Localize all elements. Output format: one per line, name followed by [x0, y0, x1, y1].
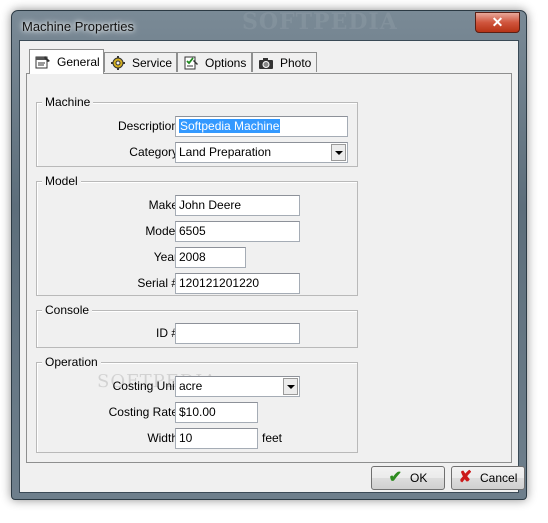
tab-photo[interactable]: Photo [252, 52, 317, 72]
model-group-legend: Model [42, 174, 81, 188]
width-value: 10 [179, 431, 193, 445]
dialog-client-area: General Service Options Photo Machine De… [19, 40, 525, 493]
tab-general[interactable]: General [29, 49, 104, 74]
general-tab-panel: Machine Description Softpedia Machine Ca… [26, 73, 512, 463]
ok-button-label: OK [410, 471, 428, 485]
year-field[interactable]: 2008 [175, 247, 246, 268]
costing-rate-value: $10.00 [179, 405, 216, 419]
checklist-icon [183, 56, 199, 70]
serial-value: 120121201220 [179, 276, 260, 290]
cancel-button[interactable]: ✘ Cancel [451, 466, 525, 490]
make-label: Make [148, 198, 178, 212]
properties-icon [35, 55, 51, 69]
costing-unit-select[interactable]: acre [175, 376, 300, 397]
year-value: 2008 [179, 250, 206, 264]
costing-rate-label: Costing Rate [108, 405, 178, 419]
serial-field[interactable]: 120121201220 [175, 273, 300, 294]
camera-icon [258, 56, 274, 70]
chevron-down-icon[interactable] [283, 378, 298, 395]
operation-group: Operation SOFTPEDIA Costing Unit acre Co… [36, 355, 358, 453]
operation-group-legend: Operation [42, 355, 101, 369]
costing-unit-value: acre [179, 379, 203, 393]
width-label: Width [147, 431, 178, 445]
tab-label-service: Service [132, 55, 173, 70]
serial-label: Serial # [137, 276, 178, 290]
console-group-legend: Console [42, 303, 93, 317]
model-label: Model [145, 224, 178, 238]
tab-options[interactable]: Options [177, 52, 252, 72]
description-label: Description [117, 119, 178, 133]
category-value: Land Preparation [179, 145, 272, 159]
category-label: Category [129, 145, 178, 159]
tab-label-options: Options [205, 55, 247, 70]
title-bar[interactable]: Machine Properties SOFTPEDIA ✕ [12, 9, 526, 41]
model-group: Model Make John Deere Model 6505 Year 20… [36, 174, 358, 296]
ok-button[interactable]: ✔ OK [371, 466, 445, 490]
window-title: Machine Properties [22, 19, 134, 34]
costing-unit-label: Costing Unit [112, 379, 178, 393]
cancel-x-icon: ✘ [458, 469, 473, 486]
make-value: John Deere [179, 198, 242, 212]
checkmark-icon: ✔ [388, 469, 403, 486]
chevron-down-icon[interactable] [331, 144, 346, 161]
machine-group: Machine Description Softpedia Machine Ca… [36, 95, 358, 167]
width-field[interactable]: 10 [175, 428, 258, 449]
tab-service[interactable]: Service [104, 52, 177, 72]
console-id-field[interactable] [175, 323, 300, 344]
tab-label-photo: Photo [280, 55, 312, 70]
machine-properties-window: Machine Properties SOFTPEDIA ✕ General S… [11, 9, 527, 500]
model-field[interactable]: 6505 [175, 221, 300, 242]
description-value: Softpedia Machine [179, 119, 281, 133]
make-field[interactable]: John Deere [175, 195, 300, 216]
close-button[interactable]: ✕ [475, 12, 520, 33]
cancel-button-label: Cancel [480, 471, 518, 485]
console-group: Console ID # [36, 303, 358, 348]
costing-rate-field[interactable]: $10.00 [175, 402, 258, 423]
machine-group-legend: Machine [42, 95, 94, 109]
gear-icon [110, 55, 126, 70]
close-icon: ✕ [491, 14, 504, 30]
width-unit-label: feet [262, 431, 283, 445]
description-field[interactable]: Softpedia Machine [175, 116, 348, 137]
model-value: 6505 [179, 224, 206, 238]
category-select[interactable]: Land Preparation [175, 142, 348, 163]
title-watermark: SOFTPEDIA [242, 9, 398, 35]
tab-label-general: General [57, 55, 100, 69]
